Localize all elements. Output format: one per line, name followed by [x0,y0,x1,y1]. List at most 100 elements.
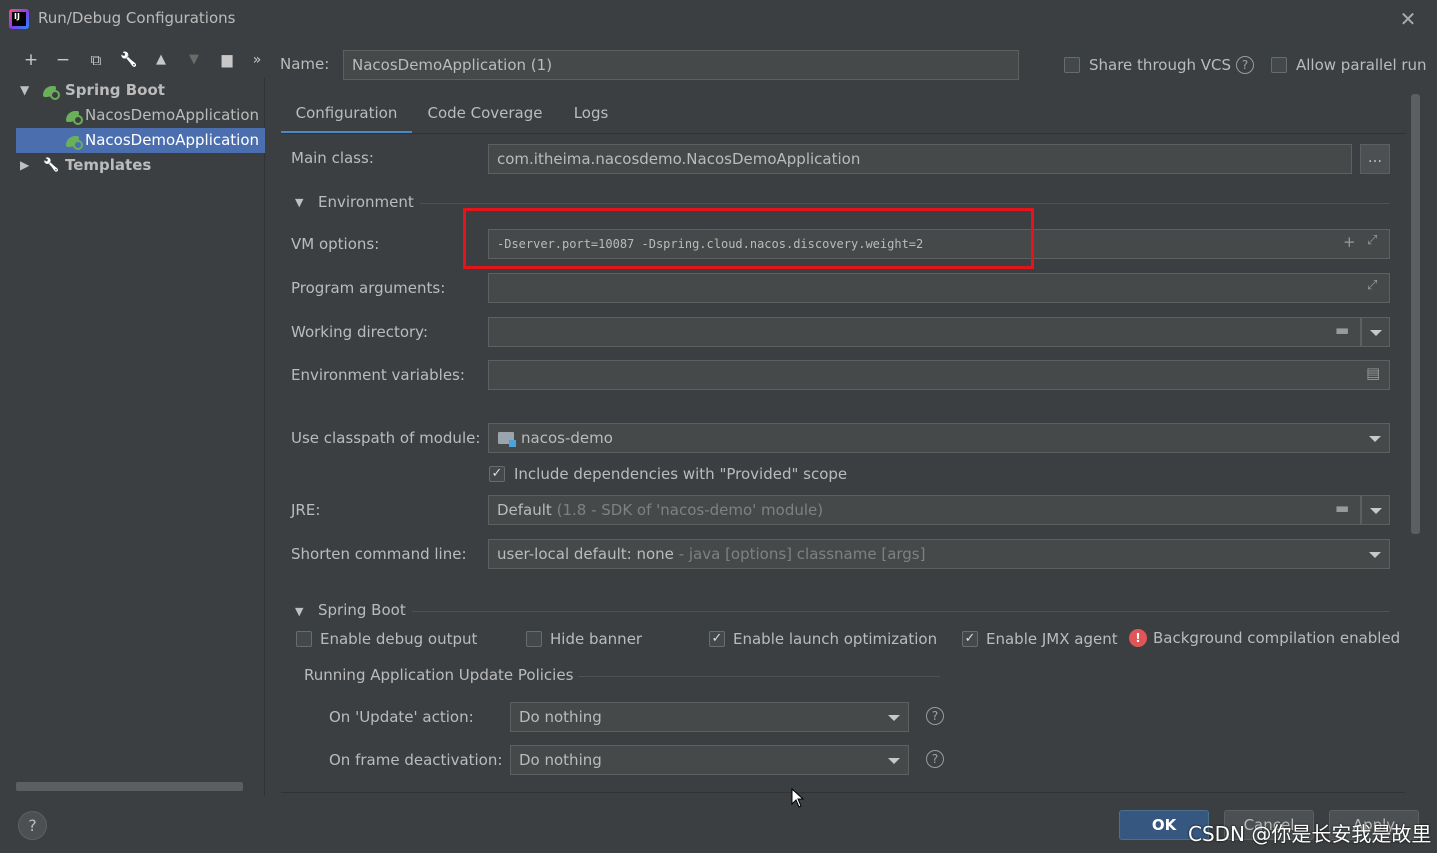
update-help-icon[interactable]: ? [926,707,944,725]
new-folder-icon[interactable]: ▆ [217,50,237,70]
launch-optimization-label: Enable launch optimization [733,630,938,648]
jre-value: Default [497,501,552,519]
shorten-command-value: user-local default: none [497,545,674,563]
edit-list-icon[interactable]: ▤ [1366,364,1380,382]
close-icon[interactable]: ✕ [1398,8,1418,30]
shorten-command-label: Shorten command line: [291,545,467,563]
expand-icon[interactable]: ⤢ [1367,278,1377,293]
wrench-icon[interactable]: 🔧 [119,50,139,70]
expand-arrow-icon[interactable]: ▼ [20,78,32,103]
environment-section-title: Environment [318,193,414,211]
intellij-app-icon: IJ [9,9,29,29]
debug-output-label: Enable debug output [320,630,478,648]
tree-item-nacos-app-2[interactable]: NacosDemoApplication [16,128,265,153]
browse-main-class-button[interactable]: ... [1360,144,1390,174]
main-class-label: Main class: [291,149,374,167]
expand-icon[interactable]: ⤢ [1367,233,1377,248]
form-vertical-scrollbar[interactable] [1411,94,1420,534]
main-class-input[interactable]: com.itheima.nacosdemo.NacosDemoApplicati… [488,144,1352,174]
move-up-icon[interactable]: ▲ [151,50,171,70]
tree-label-item2: NacosDemoApplication [85,131,260,149]
csdn-watermark: CSDN @你是长安我是故里 [1188,822,1432,846]
working-directory-input[interactable] [488,317,1361,347]
background-compilation-label: Background compilation enabled [1153,629,1401,647]
spring-boot-icon [42,82,60,100]
share-vcs-label: Share through VCS [1089,56,1232,74]
environment-variables-input[interactable] [488,360,1390,390]
include-deps-label: Include dependencies with "Provided" sco… [514,465,848,483]
include-deps-checkbox[interactable]: ✓ [489,466,505,482]
update-policies-title: Running Application Update Policies [304,666,574,684]
tree-node-spring-boot[interactable]: ▼ Spring Boot [16,78,265,103]
environment-separator [420,203,1390,204]
frame-deactivation-value: Do nothing [519,751,602,769]
tree-label-spring-boot: Spring Boot [65,81,165,99]
tab-code-coverage[interactable]: Code Coverage [420,98,550,134]
tree-label-templates: Templates [65,156,152,174]
debug-output-checkbox[interactable] [296,631,312,647]
jre-dropdown[interactable] [1361,495,1390,525]
footer-separator [281,792,1405,793]
share-help-icon[interactable]: ? [1236,56,1254,74]
folder-icon[interactable]: ▬ [1335,499,1349,517]
dropdown-arrow-icon [888,715,900,721]
program-arguments-label: Program arguments: [291,279,446,297]
window-title: Run/Debug Configurations [38,9,236,27]
working-directory-label: Working directory: [291,323,429,341]
jre-input[interactable]: Default (1.8 - SDK of 'nacos-demo' modul… [488,495,1361,525]
parallel-run-checkbox[interactable] [1271,57,1287,73]
folder-icon[interactable]: ▬ [1335,321,1349,339]
jre-label: JRE: [291,501,321,519]
dropdown-arrow-icon [888,758,900,764]
tree-horizontal-scrollbar[interactable] [16,782,243,791]
shorten-command-hint: - java [options] classname [args] [678,545,926,563]
jre-hint: (1.8 - SDK of 'nacos-demo' module) [556,501,824,519]
policies-separator [578,676,940,677]
annotation-highlight-box [463,208,1034,269]
vm-options-label: VM options: [291,235,380,253]
frame-help-icon[interactable]: ? [926,750,944,768]
parallel-run-label: Allow parallel run [1296,56,1427,74]
classpath-module-select[interactable]: nacos-demo [488,423,1390,453]
tab-logs[interactable]: Logs [563,98,619,134]
tree-item-nacos-app-1[interactable]: NacosDemoApplication [16,103,265,128]
title-bar: IJ Run/Debug Configurations ✕ [0,0,1437,40]
hide-banner-checkbox[interactable] [526,631,542,647]
spring-boot-icon [65,107,83,125]
tree-node-templates[interactable]: ▶ 🔧 Templates [16,153,265,178]
launch-optimization-checkbox[interactable]: ✓ [709,631,725,647]
help-button[interactable]: ? [18,811,47,840]
collapse-arrow-icon[interactable]: ▶ [20,153,32,178]
environment-collapse-icon[interactable]: ▼ [295,196,303,209]
spring-boot-separator [412,611,1390,612]
spring-boot-section-title: Spring Boot [318,601,406,619]
add-icon[interactable]: + [21,50,41,70]
hide-banner-label: Hide banner [550,630,643,648]
spring-boot-collapse-icon[interactable]: ▼ [295,605,303,618]
name-input[interactable]: NacosDemoApplication (1) [343,50,1019,80]
frame-deactivation-select[interactable]: Do nothing [510,745,909,775]
remove-icon[interactable]: − [53,50,73,70]
mouse-cursor-icon [791,788,805,808]
tab-separator [281,133,1406,134]
move-down-icon[interactable]: ▼ [184,50,204,70]
frame-deactivation-label: On frame deactivation: [329,751,503,769]
working-directory-dropdown[interactable] [1361,317,1390,347]
update-action-label: On 'Update' action: [329,708,474,726]
dropdown-arrow-icon [1369,552,1381,558]
classpath-module-label: Use classpath of module: [291,429,481,447]
share-vcs-checkbox[interactable] [1064,57,1080,73]
jmx-agent-checkbox[interactable]: ✓ [962,631,978,647]
spring-boot-icon [65,132,83,150]
update-action-select[interactable]: Do nothing [510,702,909,732]
shorten-command-select[interactable]: user-local default: none - java [options… [488,539,1390,569]
program-arguments-input[interactable] [488,273,1390,303]
more-icon[interactable]: » [247,50,267,70]
config-tree: ▼ Spring Boot NacosDemoApplication Nacos… [16,78,265,796]
copy-icon[interactable]: ⧉ [86,50,106,70]
classpath-module-value: nacos-demo [521,429,613,447]
tree-label-item1: NacosDemoApplication [85,106,260,124]
add-option-icon[interactable]: + [1343,233,1356,251]
name-label: Name: [280,55,330,73]
tab-configuration[interactable]: Configuration [281,98,412,134]
